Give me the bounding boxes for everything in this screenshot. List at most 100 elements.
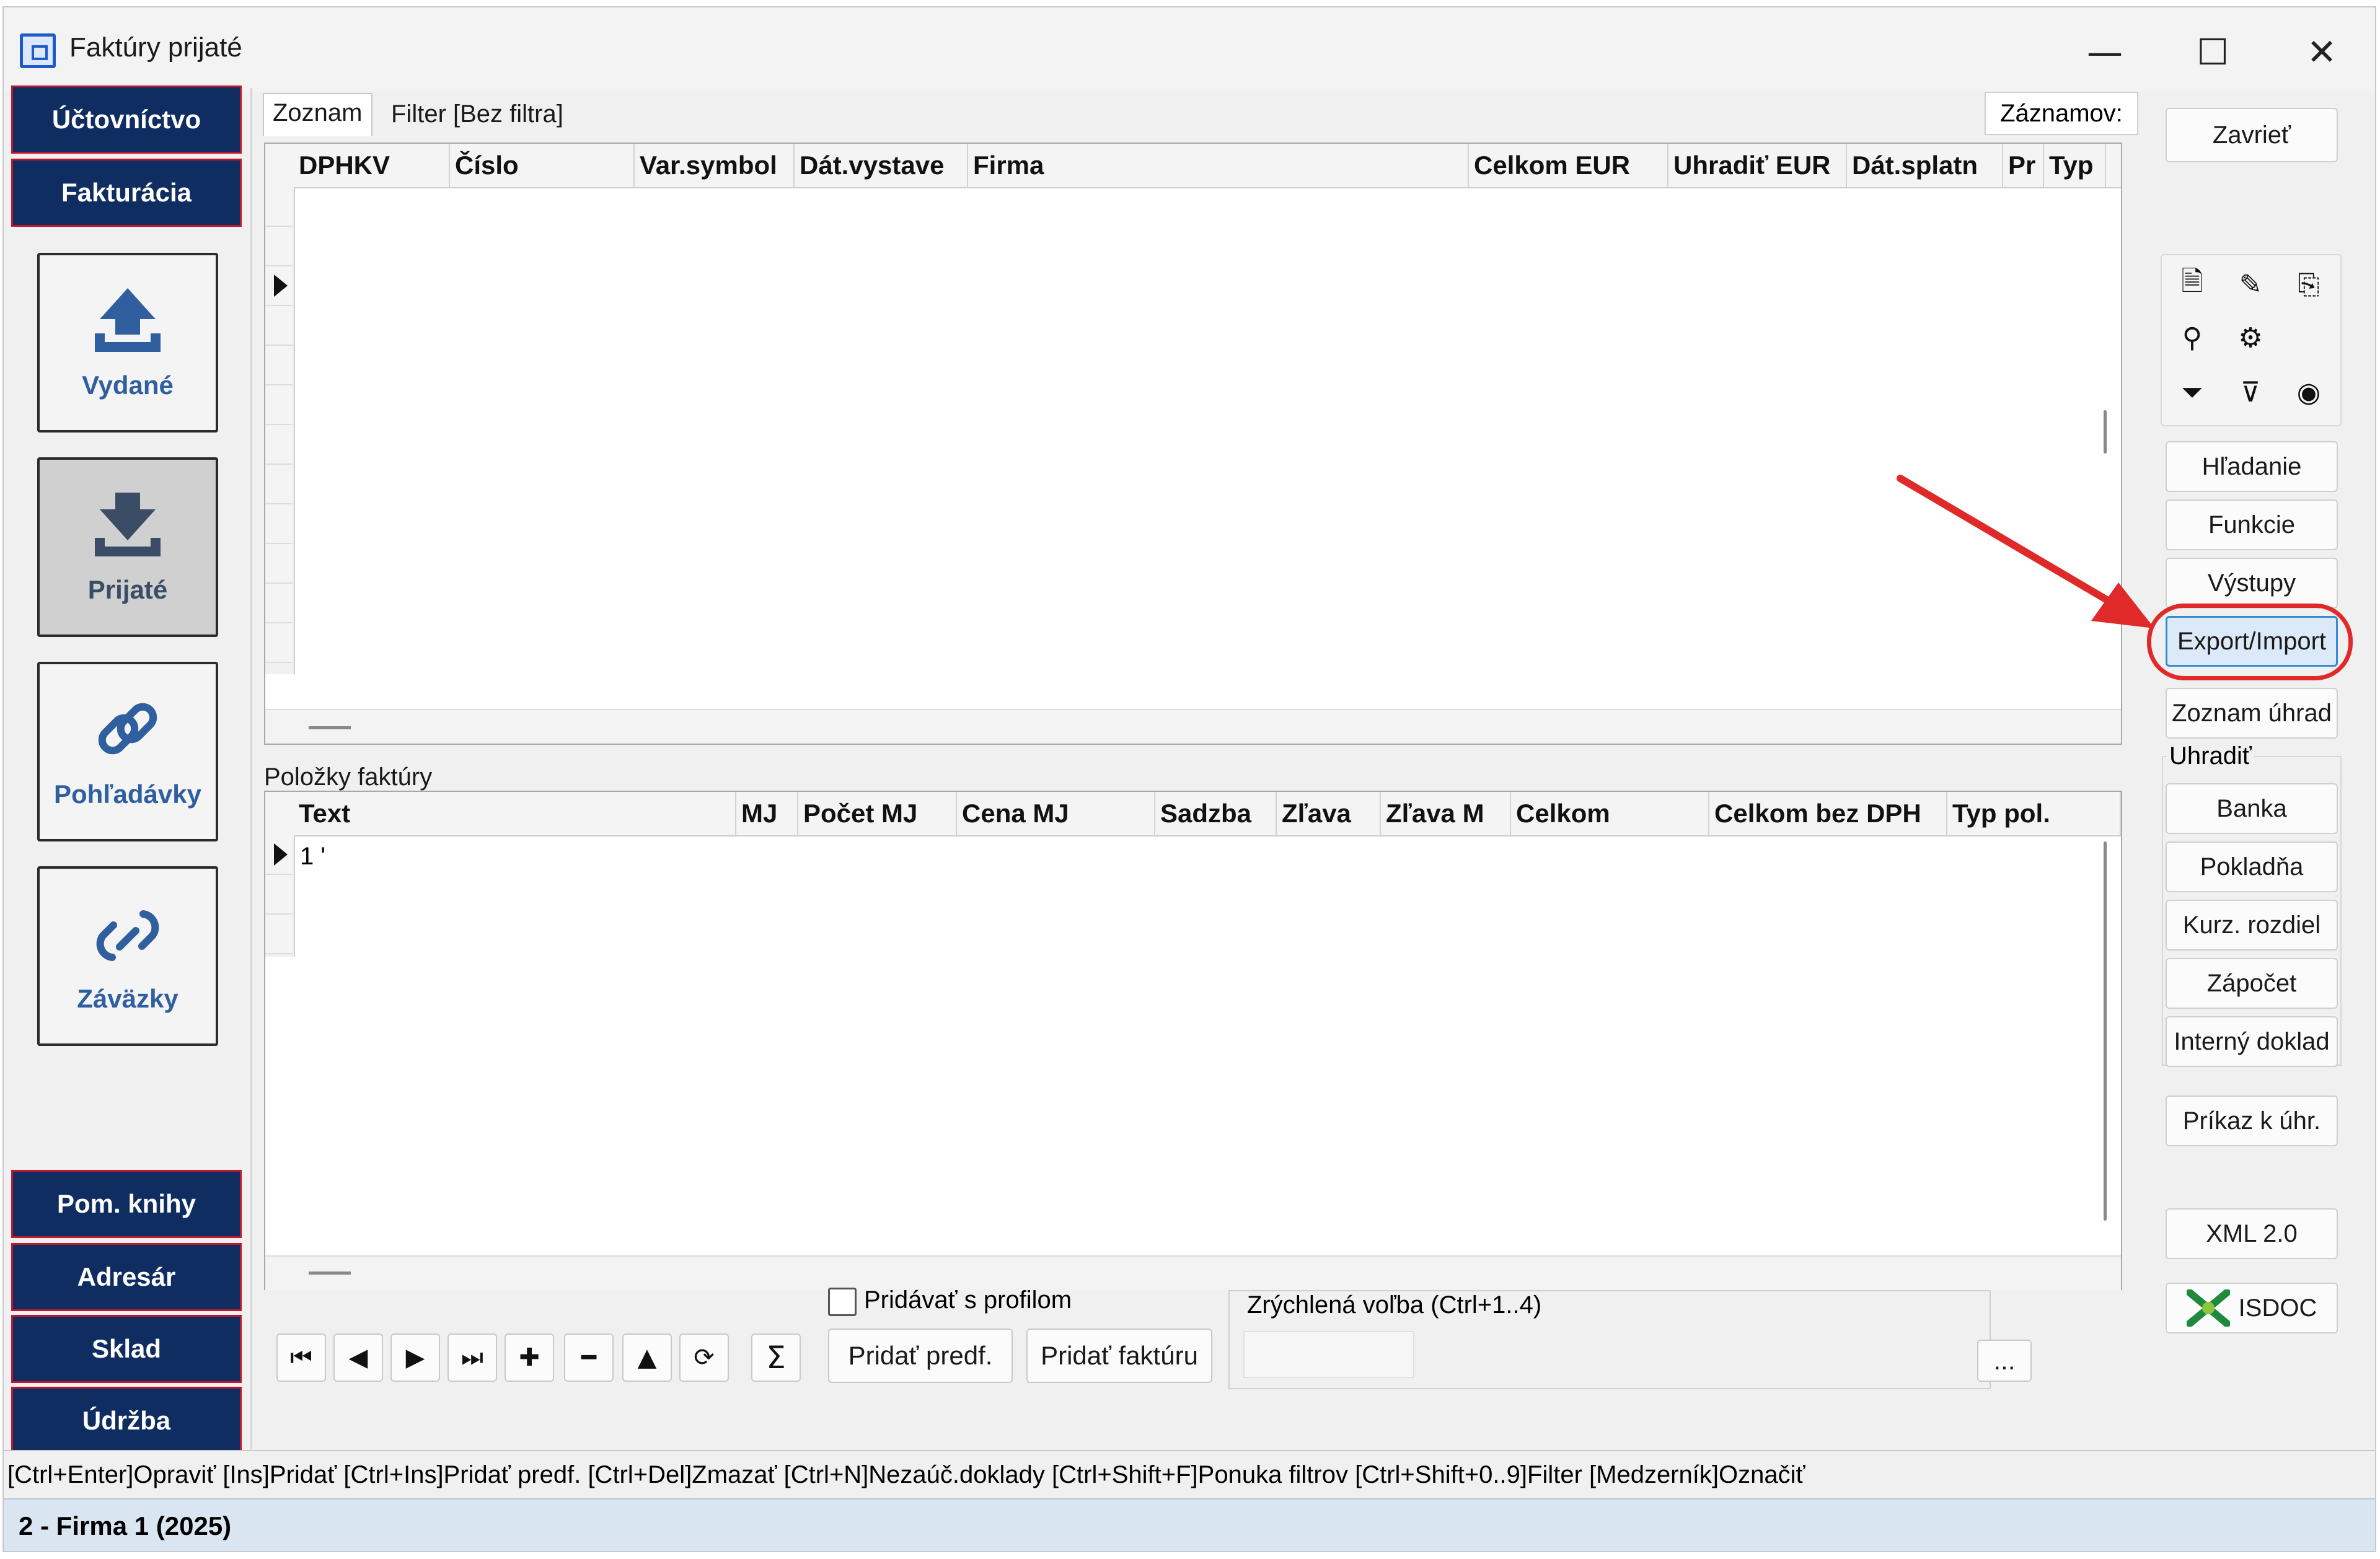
zoznam-uhrad-button[interactable]: Zoznam úhrad <box>2166 688 2338 739</box>
profile-checkbox[interactable] <box>828 1288 857 1316</box>
copy-document-icon[interactable]: ⎘ <box>2290 265 2328 304</box>
funkcie-button[interactable]: Funkcie <box>2166 499 2338 550</box>
isdoc-label: ISDOC <box>2238 1294 2317 1322</box>
col-text[interactable]: Text <box>294 792 736 835</box>
prikaz-k-uhrade-button[interactable]: Príkaz k úhr. <box>2166 1096 2338 1146</box>
tile-zavazky[interactable]: Záväzky <box>37 866 218 1046</box>
col-sadzba[interactable]: Sadzba <box>1155 792 1277 835</box>
col-zlava[interactable]: Zľava <box>1277 792 1381 835</box>
clear-filter-icon[interactable]: ⊽ <box>2231 373 2270 411</box>
profile-checkbox-label: Pridávať s profilom <box>864 1286 1072 1314</box>
search-icon[interactable]: ⚲ <box>2173 318 2211 357</box>
pokladna-button[interactable]: Pokladňa <box>2166 841 2338 892</box>
last-record-button[interactable]: ⏭ <box>447 1333 497 1382</box>
link-icon <box>98 703 157 755</box>
quick-selection-field[interactable] <box>1243 1331 1414 1378</box>
row-indicator <box>265 187 293 227</box>
add-template-button[interactable]: Pridať predf. <box>828 1328 1013 1383</box>
row-indicator <box>265 306 293 346</box>
hladanie-button[interactable]: Hľadanie <box>2166 441 2338 492</box>
add-record-button[interactable]: ✚ <box>505 1333 554 1382</box>
col-typ-pol[interactable]: Typ pol. <box>1947 792 2121 835</box>
scroll-thumb[interactable] <box>309 726 351 729</box>
vystupy-button[interactable]: Výstupy <box>2166 558 2338 608</box>
tile-label: Prijaté <box>87 575 168 604</box>
col-dat-splatnosti[interactable]: Dát.splatn <box>1847 144 2003 187</box>
nav-pom-knihy[interactable]: Pom. knihy <box>11 1170 242 1238</box>
row-indicator <box>265 266 293 306</box>
col-var-symbol[interactable]: Var.symbol <box>635 144 795 187</box>
sum-button[interactable]: Σ <box>751 1333 801 1382</box>
shortcut-hints: [Ctrl+Enter]Opraviť [Ins]Pridať [Ctrl+In… <box>4 1450 2375 1497</box>
tile-vydane[interactable]: Vydané <box>37 253 218 433</box>
interny-doklad-button[interactable]: Interný doklad <box>2166 1016 2338 1067</box>
add-invoice-button[interactable]: Pridať faktúru <box>1026 1328 1212 1383</box>
row-indicator <box>265 425 293 465</box>
tile-prijate[interactable]: Prijaté <box>37 457 218 637</box>
zapocet-button[interactable]: Zápočet <box>2166 958 2338 1009</box>
col-cena-mj[interactable]: Cena MJ <box>957 792 1155 835</box>
col-mj[interactable]: MJ <box>736 792 798 835</box>
horizontal-scrollbar[interactable] <box>265 709 2121 744</box>
close-window-button[interactable]: ✕ <box>2285 21 2359 83</box>
zavriet-button[interactable]: Zavrieť <box>2166 108 2338 162</box>
scroll-thumb[interactable] <box>309 1271 351 1275</box>
filter-icon[interactable]: ⏷ <box>2173 373 2211 411</box>
xml-button[interactable]: XML 2.0 <box>2166 1208 2338 1259</box>
refresh-button[interactable]: ⟳ <box>679 1333 729 1382</box>
row-indicator-column <box>265 835 295 957</box>
invoices-grid[interactable]: DPHKV Číslo Var.symbol Dát.vystave Firma… <box>264 143 2122 745</box>
nav-divider <box>250 88 252 1449</box>
main-window: Faktúry prijaté — ☐ ✕ Účtovníctvo Faktur… <box>2 6 2376 1552</box>
nav-adresar[interactable]: Adresár <box>11 1243 242 1311</box>
col-typ[interactable]: Typ <box>2044 144 2106 187</box>
more-button[interactable]: ... <box>1977 1340 2032 1382</box>
document-icon[interactable]: 🗎 <box>2173 265 2211 304</box>
nav-udrzba[interactable]: Údržba <box>11 1387 242 1455</box>
isdoc-button[interactable]: ISDOC <box>2166 1283 2338 1333</box>
row-indicator <box>265 385 293 425</box>
banka-button[interactable]: Banka <box>2166 783 2338 834</box>
gear-icon[interactable]: ⚙ <box>2231 318 2270 357</box>
row-indicator <box>265 875 293 915</box>
tile-pohladavky[interactable]: Pohľadávky <box>37 662 218 841</box>
delete-record-button[interactable]: ━ <box>564 1333 614 1382</box>
maximize-button[interactable]: ☐ <box>2175 21 2250 83</box>
col-celkom[interactable]: Celkom <box>1511 792 1709 835</box>
first-record-button[interactable]: ⏮ <box>276 1333 326 1382</box>
edit-document-icon[interactable]: ✎ <box>2231 265 2270 304</box>
prev-record-button[interactable]: ◀ <box>333 1333 383 1382</box>
move-up-button[interactable]: ▲ <box>622 1333 672 1382</box>
next-record-button[interactable]: ▶ <box>390 1333 440 1382</box>
col-firma[interactable]: Firma <box>968 144 1469 187</box>
current-row-arrow-icon <box>274 274 288 297</box>
kurz-rozdiel-button[interactable]: Kurz. rozdiel <box>2166 900 2338 951</box>
window-title: Faktúry prijaté <box>69 32 242 63</box>
col-dphkv[interactable]: DPHKV <box>294 144 450 187</box>
nav-uctovnictvo[interactable]: Účtovníctvo <box>11 86 242 154</box>
col-cislo[interactable]: Číslo <box>450 144 635 187</box>
col-celkom-eur[interactable]: Celkom EUR <box>1469 144 1668 187</box>
download-icon <box>95 493 161 556</box>
minimize-button[interactable]: — <box>2068 21 2142 83</box>
nav-fakturacia[interactable]: Fakturácia <box>11 159 242 227</box>
horizontal-scrollbar[interactable] <box>265 1255 2121 1290</box>
row-indicator <box>265 835 293 875</box>
col-pr[interactable]: Pr <box>2003 144 2044 187</box>
item-row-text[interactable]: 1 ' <box>300 843 325 871</box>
row-indicator <box>265 623 293 663</box>
col-zlava-m[interactable]: Zľava M <box>1381 792 1511 835</box>
vertical-scrollbar[interactable] <box>2104 410 2107 454</box>
upload-icon <box>95 288 161 352</box>
col-pocet-mj[interactable]: Počet MJ <box>798 792 957 835</box>
items-label: Položky faktúry <box>264 763 433 791</box>
nav-sklad[interactable]: Sklad <box>11 1315 242 1383</box>
tab-filter[interactable]: Filter [Bez filtra] <box>391 100 563 128</box>
col-dat-vystavenia[interactable]: Dát.vystave <box>795 144 968 187</box>
eye-icon[interactable]: ◉ <box>2290 373 2328 411</box>
col-celkom-bez-dph[interactable]: Celkom bez DPH <box>1709 792 1947 835</box>
col-uhradit-eur[interactable]: Uhradiť EUR <box>1668 144 1847 187</box>
tab-zoznam[interactable]: Zoznam <box>263 93 372 136</box>
vertical-scrollbar[interactable] <box>2104 841 2107 1221</box>
items-grid[interactable]: Text MJ Počet MJ Cena MJ Sadzba Zľava Zľ… <box>264 791 2122 1290</box>
